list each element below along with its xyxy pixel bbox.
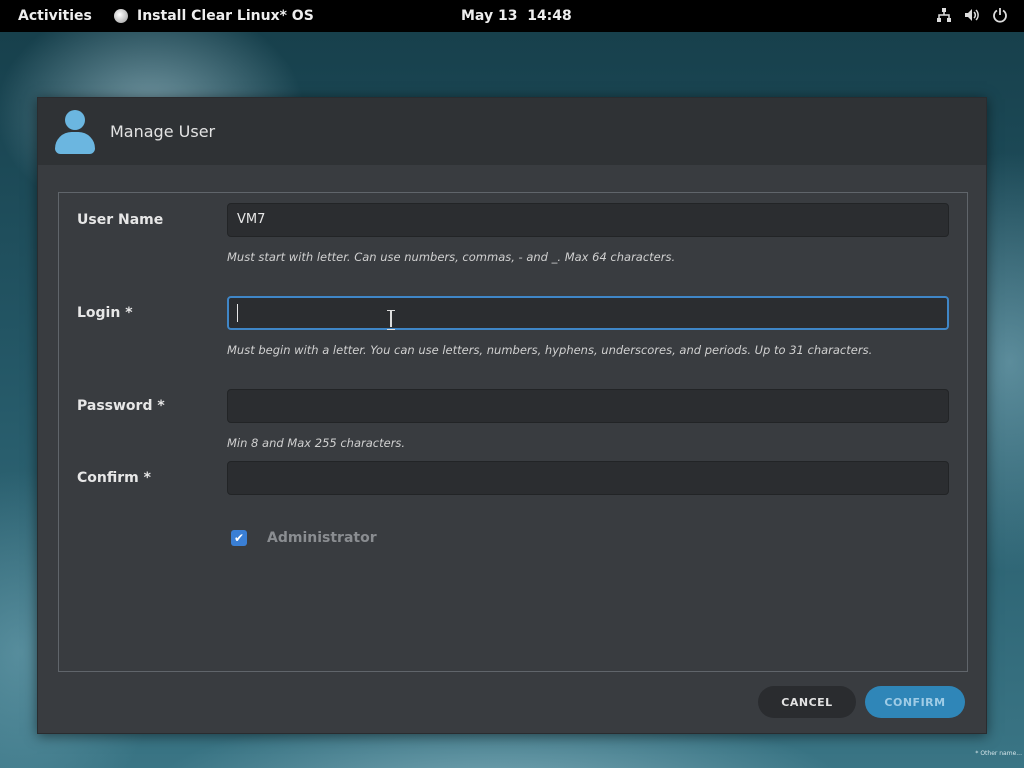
manage-user-dialog: Manage User User Name VM7 Must start wit… (37, 97, 987, 734)
mouse-ibeam-cursor (386, 310, 396, 330)
password-hint: Min 8 and Max 255 characters. (227, 436, 406, 450)
login-input[interactable] (227, 296, 949, 330)
username-label: User Name (77, 212, 164, 228)
username-value: VM7 (237, 212, 266, 227)
password-input[interactable] (227, 389, 949, 423)
username-input[interactable]: VM7 (227, 203, 949, 237)
app-title: Install Clear Linux* OS (137, 8, 314, 24)
confirm-button[interactable]: CONFIRM (865, 686, 965, 718)
app-menu[interactable]: Install Clear Linux* OS (114, 8, 314, 24)
clock-date: May 13 (461, 8, 518, 24)
system-tray[interactable] (936, 7, 1008, 27)
confirm-password-input[interactable] (227, 461, 949, 495)
text-caret (237, 303, 238, 322)
power-icon[interactable] (992, 7, 1008, 27)
user-icon (55, 109, 95, 154)
volume-icon[interactable] (964, 7, 980, 27)
clock[interactable]: May 13 14:48 (461, 8, 572, 24)
top-bar: Activities Install Clear Linux* OS May 1… (0, 0, 1024, 32)
administrator-label: Administrator (267, 530, 377, 546)
dialog-title: Manage User (110, 122, 216, 141)
confirm-label: Confirm * (77, 470, 151, 486)
administrator-option[interactable]: ✔ Administrator (231, 530, 377, 546)
user-form: User Name VM7 Must start with letter. Ca… (58, 192, 968, 672)
network-icon[interactable] (936, 7, 952, 27)
clock-time: 14:48 (527, 8, 572, 24)
login-hint: Must begin with a letter. You can use le… (227, 343, 873, 357)
cancel-button[interactable]: CANCEL (758, 686, 856, 718)
app-icon (114, 9, 128, 23)
login-label: Login * (77, 305, 133, 321)
username-hint: Must start with letter. Can use numbers,… (227, 250, 676, 264)
password-label: Password * (77, 398, 165, 414)
administrator-checkbox[interactable]: ✔ (231, 530, 247, 546)
desktop-footnote: * Other name... (975, 750, 1022, 757)
activities-button[interactable]: Activities (18, 8, 92, 24)
dialog-header: Manage User (38, 98, 986, 165)
